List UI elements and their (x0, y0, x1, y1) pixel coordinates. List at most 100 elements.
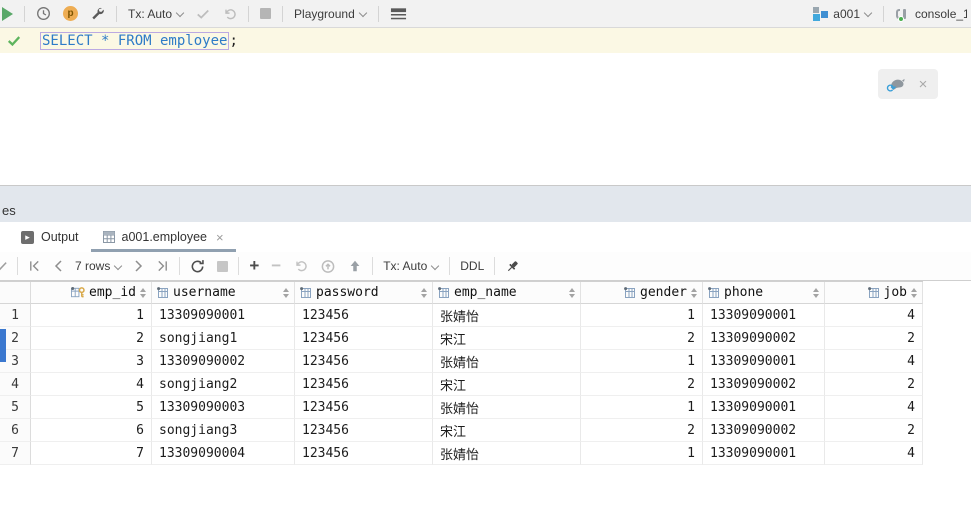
sort-arrows-icon[interactable] (421, 288, 427, 298)
cell-password[interactable]: 123456 (295, 373, 433, 396)
column-header-phone[interactable]: phone (703, 282, 825, 304)
cell-job[interactable]: 4 (825, 304, 923, 327)
cell-password[interactable]: 123456 (295, 396, 433, 419)
cell-phone[interactable]: 13309090002 (703, 373, 825, 396)
cell-gender[interactable]: 1 (581, 396, 703, 419)
cell-password[interactable]: 123456 (295, 327, 433, 350)
page-size-dropdown[interactable]: 7 rows (75, 259, 122, 273)
cell-emp_id[interactable]: 3 (31, 350, 152, 373)
cell-emp_name[interactable]: 宋江 (433, 419, 581, 442)
sql-statement[interactable]: SELECT * FROM employee; (40, 33, 238, 49)
close-icon[interactable]: × (919, 77, 928, 92)
stop-button[interactable] (260, 8, 271, 19)
cell-password[interactable]: 123456 (295, 350, 433, 373)
tx-mode-dropdown[interactable]: Tx: Auto (128, 7, 184, 21)
sql-editor[interactable]: SELECT * FROM employee; ⟳ × (0, 28, 971, 185)
cell-password[interactable]: 123456 (295, 419, 433, 442)
sort-arrows-icon[interactable] (140, 288, 146, 298)
cell-job[interactable]: 4 (825, 350, 923, 373)
cell-emp_name[interactable]: 张婧怡 (433, 304, 581, 327)
column-header-job[interactable]: job (825, 282, 923, 304)
row-number[interactable]: 4 (0, 373, 31, 396)
cell-job[interactable]: 4 (825, 396, 923, 419)
cell-phone[interactable]: 13309090001 (703, 442, 825, 465)
tab-output[interactable]: ▸ Output (0, 222, 91, 252)
history-button[interactable] (36, 6, 51, 21)
cell-username[interactable]: 13309090002 (152, 350, 295, 373)
grid-corner-cell[interactable] (0, 282, 31, 304)
schema-dropdown[interactable]: Playground (294, 7, 367, 21)
cell-job[interactable]: 2 (825, 419, 923, 442)
console-selector[interactable]: console_1 (895, 7, 967, 21)
column-header-password[interactable]: password (295, 282, 433, 304)
sort-arrows-icon[interactable] (813, 288, 819, 298)
delete-row-button[interactable]: − (271, 256, 281, 276)
cell-phone[interactable]: 13309090001 (703, 304, 825, 327)
column-header-username[interactable]: username (152, 282, 295, 304)
cell-emp_id[interactable]: 6 (31, 419, 152, 442)
datasource-dropdown[interactable]: a001 (813, 7, 872, 21)
cell-phone[interactable]: 13309090001 (703, 396, 825, 419)
close-tab-icon[interactable]: × (216, 230, 224, 245)
commit-button[interactable] (196, 8, 210, 20)
row-number[interactable]: 6 (0, 419, 31, 442)
cell-emp_id[interactable]: 5 (31, 396, 152, 419)
next-page-button[interactable] (134, 260, 144, 272)
sort-arrows-icon[interactable] (911, 288, 917, 298)
cell-job[interactable]: 2 (825, 373, 923, 396)
cell-emp_id[interactable]: 7 (31, 442, 152, 465)
sort-arrows-icon[interactable] (569, 288, 575, 298)
profile-badge-button[interactable]: p (63, 6, 78, 21)
cell-job[interactable]: 2 (825, 327, 923, 350)
cell-gender[interactable]: 1 (581, 304, 703, 327)
settings-button[interactable] (90, 6, 105, 21)
cell-username[interactable]: 13309090003 (152, 396, 295, 419)
cell-password[interactable]: 123456 (295, 304, 433, 327)
cell-emp_name[interactable]: 宋江 (433, 373, 581, 396)
cell-emp_name[interactable]: 张婧怡 (433, 442, 581, 465)
stop-query-button[interactable] (217, 261, 228, 272)
tab-result-grid[interactable]: a001.employee × (91, 222, 236, 252)
cell-phone[interactable]: 13309090002 (703, 327, 825, 350)
sort-arrows-icon[interactable] (691, 288, 697, 298)
cell-username[interactable]: songjiang3 (152, 419, 295, 442)
cell-username[interactable]: songjiang2 (152, 373, 295, 396)
cell-emp_name[interactable]: 张婧怡 (433, 396, 581, 419)
cell-phone[interactable]: 13309090002 (703, 419, 825, 442)
cell-job[interactable]: 4 (825, 442, 923, 465)
grid-tx-dropdown[interactable]: Tx: Auto (383, 259, 439, 273)
commit-upload-button[interactable] (348, 259, 362, 273)
cell-gender[interactable]: 1 (581, 350, 703, 373)
first-page-button[interactable] (28, 260, 41, 272)
cell-emp_id[interactable]: 4 (31, 373, 152, 396)
sort-arrows-icon[interactable] (283, 288, 289, 298)
cell-gender[interactable]: 2 (581, 327, 703, 350)
row-number[interactable]: 1 (0, 304, 31, 327)
cell-emp_id[interactable]: 1 (31, 304, 152, 327)
cell-emp_id[interactable]: 2 (31, 327, 152, 350)
previous-page-button[interactable] (53, 260, 63, 272)
cell-emp_name[interactable]: 宋江 (433, 327, 581, 350)
column-header-emp_id[interactable]: emp_id (31, 282, 152, 304)
cell-gender[interactable]: 2 (581, 419, 703, 442)
cell-password[interactable]: 123456 (295, 442, 433, 465)
column-header-emp_name[interactable]: emp_name (433, 282, 581, 304)
rollback-button[interactable] (222, 7, 237, 21)
cell-username[interactable]: 13309090001 (152, 304, 295, 327)
reload-button[interactable] (190, 259, 205, 274)
row-number[interactable]: 5 (0, 396, 31, 419)
cell-username[interactable]: 13309090004 (152, 442, 295, 465)
add-row-button[interactable]: + (249, 256, 259, 276)
run-button[interactable] (0, 7, 13, 21)
last-page-button[interactable] (156, 260, 169, 272)
pin-tab-button[interactable] (505, 259, 520, 274)
toolwindow-stripe-indicator[interactable] (0, 329, 6, 362)
in-editor-results-toggle[interactable] (390, 7, 407, 21)
ddl-button[interactable]: DDL (460, 259, 484, 273)
cell-gender[interactable]: 2 (581, 373, 703, 396)
row-number[interactable]: 7 (0, 442, 31, 465)
revert-button[interactable] (293, 259, 308, 273)
cell-phone[interactable]: 13309090001 (703, 350, 825, 373)
column-header-gender[interactable]: gender (581, 282, 703, 304)
cell-emp_name[interactable]: 张婧怡 (433, 350, 581, 373)
